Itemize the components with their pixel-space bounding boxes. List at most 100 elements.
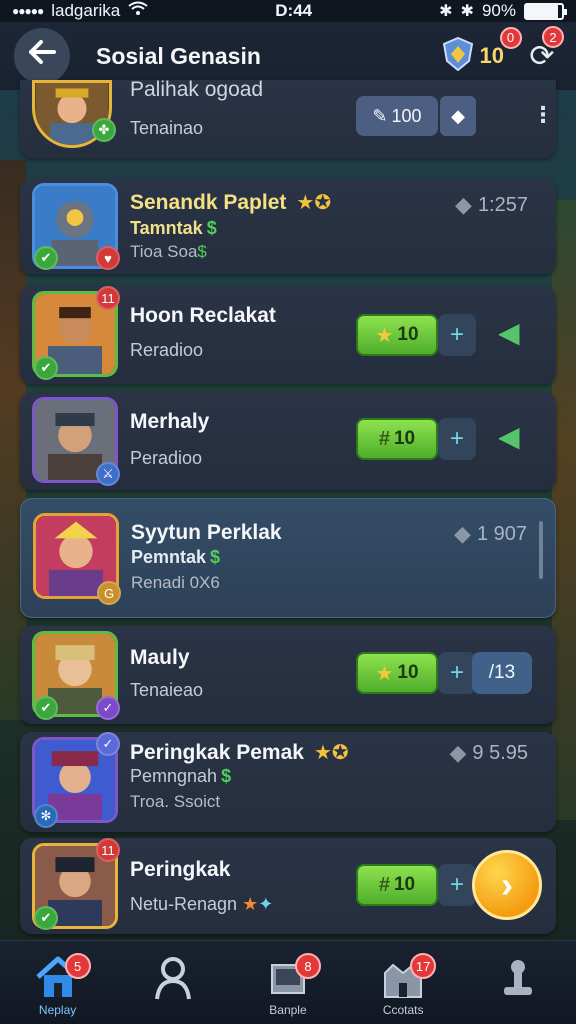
plus-icon: + <box>449 425 464 452</box>
player-score: ◆ 1:257 <box>455 192 528 217</box>
scrollbar[interactable] <box>539 521 543 579</box>
gift-star-button[interactable]: ★ 10 <box>356 652 438 694</box>
check-badge-icon: ✓ <box>96 696 120 720</box>
add-button[interactable]: + <box>438 418 476 460</box>
list-item[interactable]: ✓ ✻ Peringkak Pemak ★✪ Pemngnah $ Troa. Ss… <box>20 732 556 832</box>
plus-icon: + <box>449 321 464 348</box>
player-score: ◆ 9 5.95 <box>449 740 528 765</box>
list-item[interactable]: ✔ ✓ Mauly Tenaieao ★ 10 + /13 <box>20 626 556 724</box>
leaf-badge-icon: ✔ <box>34 906 58 930</box>
bluetooth-icon: ✱ <box>439 3 453 20</box>
list-item[interactable]: ✔ ♥ Senandk Paplet ★✪ Tamntak $ Tioa Soa$ … <box>20 178 556 274</box>
player-status: Pemntak $ <box>131 547 221 567</box>
player-name: Merhaly <box>130 410 210 433</box>
nav-castle[interactable]: Ccotats 17 <box>358 953 448 1017</box>
nav-profile[interactable] <box>128 955 218 1003</box>
refresh-button[interactable]: ⟳ 2 <box>522 26 564 76</box>
add-button[interactable]: + <box>438 314 476 356</box>
diamond-icon: ◆ <box>455 192 472 217</box>
more-options-icon[interactable]: ⋮ <box>532 102 554 128</box>
refresh-badge: 2 <box>542 26 564 48</box>
page-title: Sosial Genasin <box>96 42 261 69</box>
player-status: Peradioo <box>130 448 203 468</box>
nav-box[interactable]: Banple 8 <box>243 953 333 1017</box>
level-badge: 11 <box>96 286 120 310</box>
stars-icon: ★✪ <box>296 192 332 214</box>
nav-badge: 8 <box>294 953 321 979</box>
player-status: Pemngnah $ <box>130 766 232 786</box>
back-button[interactable] <box>14 28 70 84</box>
battery-icon <box>523 2 567 20</box>
add-button[interactable]: + <box>438 652 476 694</box>
leaderboard-icon <box>504 960 533 995</box>
check-badge-icon: ✓ <box>96 732 120 756</box>
edit-value-button[interactable]: ✎ 100 <box>356 96 438 136</box>
leaf-badge-icon: ✔ <box>34 356 58 380</box>
nav-badge: 5 <box>64 953 91 979</box>
hash-icon: # <box>378 427 390 450</box>
bluetooth-icon-2: ✱ <box>460 3 474 20</box>
player-name: Mauly <box>130 646 190 669</box>
send-leaf-icon[interactable]: ◀ <box>498 316 520 349</box>
stat-button[interactable]: /13 <box>472 652 532 694</box>
gem-count: 10 <box>479 43 504 68</box>
go-button[interactable]: › <box>472 850 542 920</box>
plus-icon: + <box>449 871 464 898</box>
player-status: Reradioo <box>130 340 204 360</box>
hash-icon: # <box>378 873 390 896</box>
star-icon: ★ <box>375 324 394 347</box>
player-note: Renadi 0X6 <box>131 573 220 592</box>
pencil-icon: ✎ <box>372 105 388 126</box>
list-item[interactable]: ⚔ Merhaly Peradioo # 10 + ◀ <box>20 392 556 490</box>
add-button[interactable]: + <box>438 864 476 906</box>
arrow-left-icon <box>27 39 57 73</box>
player-name: Syytun Perklak <box>131 521 282 544</box>
plus-icon: + <box>449 659 464 686</box>
profile-icon <box>154 957 191 1000</box>
list-item[interactable]: ✤ Palihak ogoad Tenainao ✎ 100 ◆ ⋮ <box>20 78 556 158</box>
player-name: Peringkak Pemak ★✪ <box>130 741 349 764</box>
gift-button[interactable]: # 10 <box>356 864 438 906</box>
carrier-name: ladgarika <box>51 1 121 20</box>
battery-percent: 90% <box>481 1 516 20</box>
player-name: Peringkak <box>130 858 231 881</box>
bottom-navigation: Neplay 5 Banple 8 Ccotats 17 <box>0 940 576 1024</box>
nav-leaderboard[interactable] <box>473 955 563 1003</box>
player-name: Hoon Reclakat <box>130 304 276 327</box>
clover-icon: ✤ <box>92 118 116 142</box>
player-note: Troa. Ssoict <box>130 792 221 811</box>
player-note: Tioa Soa$ <box>130 242 207 261</box>
shield-icon: ◆ <box>451 105 465 126</box>
gem-counter[interactable]: 10 0 <box>442 26 522 76</box>
gift-star-button[interactable]: ★ 10 <box>356 314 438 356</box>
send-leaf-icon[interactable]: ◀ <box>498 420 520 453</box>
signal-icon: ●●●●● <box>12 4 44 18</box>
player-status: Tenaieao <box>130 680 204 700</box>
player-status: Tenainao <box>130 118 204 138</box>
star-icon: ★ <box>242 894 259 914</box>
star-icon: ★ <box>375 662 394 685</box>
heart-badge-icon: ♥ <box>96 246 120 270</box>
player-name: Senandk Paplet ★✪ <box>130 191 332 214</box>
level-badge: 11 <box>96 838 120 862</box>
shield-button[interactable]: ◆ <box>440 96 476 136</box>
gem-badge: 0 <box>499 26 522 49</box>
gift-button[interactable]: # 10 <box>356 418 438 460</box>
nav-badge: 17 <box>410 953 437 979</box>
list-item[interactable]: 11 ✔ Hoon Reclakat Reradioo ★ 10 + ◀ <box>20 286 556 384</box>
nav-home[interactable]: Neplay 5 <box>13 953 103 1017</box>
list-item[interactable]: 11 ✔ Peringkak Netu-Renagn ★✦ # 10 + › <box>20 838 556 934</box>
stars-icon: ★✪ <box>313 742 349 764</box>
money-icon: $ <box>210 547 221 567</box>
status-bar: ●●●●● ladgarika D:44 ✱ ✱ 90% <box>0 0 576 22</box>
list-item-selected[interactable]: G Syytun Perklak Pemntak $ Renadi 0X6 ◆ 1… <box>20 498 556 618</box>
snowflake-icon: ✻ <box>34 804 58 828</box>
player-status: Tamntak $ <box>130 218 217 238</box>
money-icon: $ <box>206 218 217 238</box>
sparkle-icon: ✦ <box>258 894 274 914</box>
coin-badge-icon: G <box>97 581 121 605</box>
player-score: ◆ 1 907 <box>454 521 527 546</box>
diamond-icon: ◆ <box>454 521 471 546</box>
sword-badge-icon: ⚔ <box>96 462 120 486</box>
shield-gem-icon <box>442 36 474 76</box>
